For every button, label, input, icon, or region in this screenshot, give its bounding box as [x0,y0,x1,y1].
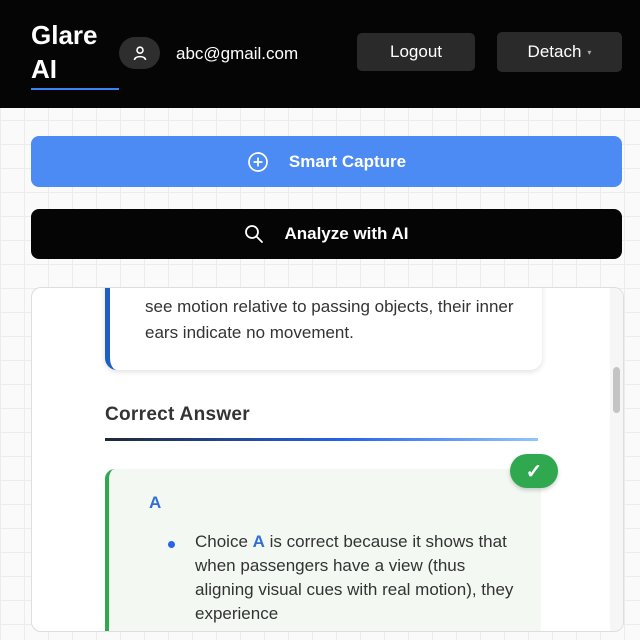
logout-label: Logout [390,42,442,61]
result-panel[interactable]: see motion relative to passing objects, … [31,287,624,632]
correct-answer-card: A Choice A is correct because it shows t… [105,469,541,631]
app-header: Glare AI abc@gmail.com Logout Detach ▾ [0,0,640,108]
answer-text-pre: Choice [195,532,253,551]
plus-circle-icon [248,151,268,172]
scroll-thumb[interactable] [613,367,620,413]
answer-explanation: Choice A is correct because it shows tha… [195,530,525,626]
explanation-text: see motion relative to passing objects, … [145,297,514,342]
analyze-ai-label: Analyze with AI [284,224,409,243]
user-icon [133,46,146,61]
panel-scrollbar[interactable] [610,288,623,631]
correct-answer-heading: Correct Answer [105,404,250,425]
heading-underline [105,438,538,441]
logout-button[interactable]: Logout [357,33,475,71]
explanation-card: see motion relative to passing objects, … [105,288,542,370]
smart-capture-label: Smart Capture [288,151,407,171]
app-logo: Glare AI [31,18,119,90]
answer-choice-highlight: A [252,532,265,551]
caret-down-icon: ▾ [587,47,592,57]
search-icon [245,225,264,243]
answer-letter: A [149,493,162,512]
bullet-dot [168,541,175,548]
analyze-ai-button[interactable]: Analyze with AI [31,209,622,259]
user-avatar[interactable] [119,37,160,69]
smart-capture-button[interactable]: Smart Capture [31,136,622,187]
user-email: abc@gmail.com [176,44,299,63]
detach-button[interactable]: Detach ▾ [497,32,622,72]
check-icon: ✓ [510,454,558,488]
detach-label: Detach [527,42,582,61]
